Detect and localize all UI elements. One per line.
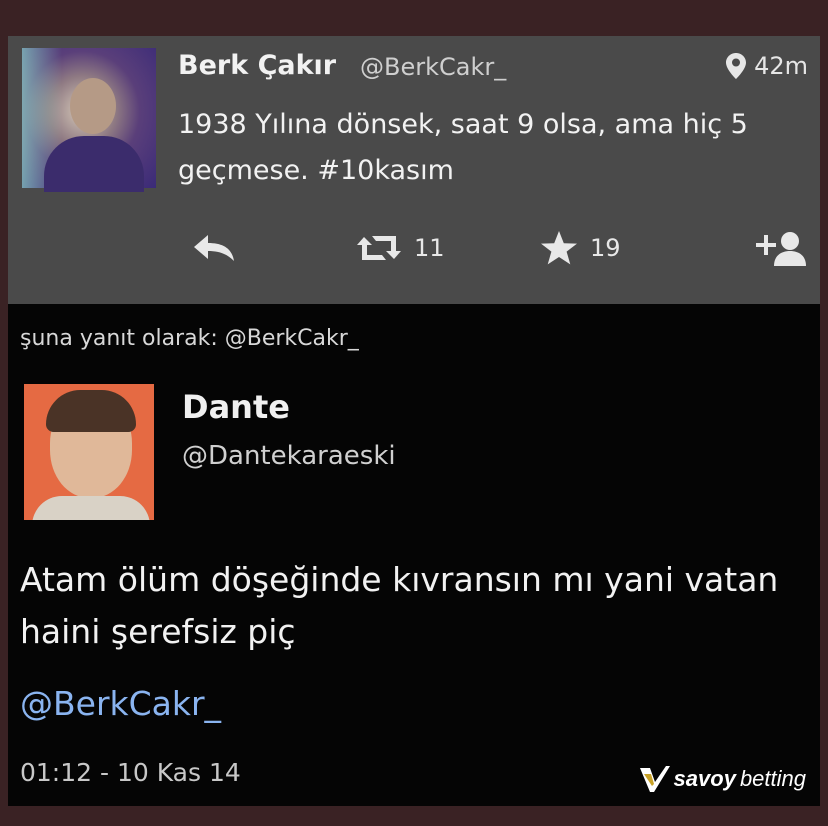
favorite-count: 19 (590, 234, 621, 262)
tweet-text: 1938 Yılına dönsek, saat 9 olsa, ama hiç… (178, 109, 748, 186)
retweet-count: 11 (414, 234, 445, 262)
tweet-time: 42m (726, 52, 808, 80)
star-icon (541, 231, 577, 265)
watermark: savoy betting (639, 766, 806, 792)
avatar[interactable] (22, 48, 156, 192)
reply-context: şuna yanıt olarak: @BerkCakr_ (20, 326, 359, 351)
reply-text: Atam ölüm döşeğinde kıvransın mı yani va… (20, 560, 779, 651)
favorite-button[interactable]: 19 (540, 222, 621, 274)
time-ago: 42m (754, 52, 808, 80)
reply-timestamp: 01:12 - 10 Kas 14 (20, 758, 241, 787)
add-user-icon (756, 232, 806, 266)
reply-avatar[interactable] (24, 384, 154, 520)
follow-button[interactable] (754, 222, 806, 274)
original-tweet-card[interactable]: Berk Çakır @BerkCakr_ 42m 1938 Yılına dö… (8, 36, 820, 304)
tweet-actions: 11 19 (8, 222, 820, 274)
author-handle[interactable]: @BerkCakr_ (360, 53, 506, 81)
tweet-screenshot: Berk Çakır @BerkCakr_ 42m 1938 Yılına dö… (8, 36, 820, 806)
retweet-button[interactable]: 11 (356, 222, 445, 274)
watermark-betting: betting (739, 766, 806, 791)
avatar-shirt (32, 496, 150, 520)
avatar-body (44, 136, 144, 192)
reply-author-handle[interactable]: @Dantekaraeski (182, 441, 396, 471)
savoy-logo-icon (639, 766, 670, 792)
reply-mention-link[interactable]: @BerkCakr_ (20, 684, 221, 723)
reply-author-name[interactable]: Dante (182, 388, 290, 426)
reply-button[interactable] (192, 222, 236, 274)
avatar-hair (46, 390, 136, 432)
watermark-savoy: savoy (673, 766, 736, 791)
avatar-head (70, 78, 116, 134)
author-name[interactable]: Berk Çakır (178, 50, 336, 81)
reply-arrow-icon (194, 235, 234, 261)
location-pin-icon (726, 53, 747, 79)
retweet-icon (357, 236, 401, 260)
